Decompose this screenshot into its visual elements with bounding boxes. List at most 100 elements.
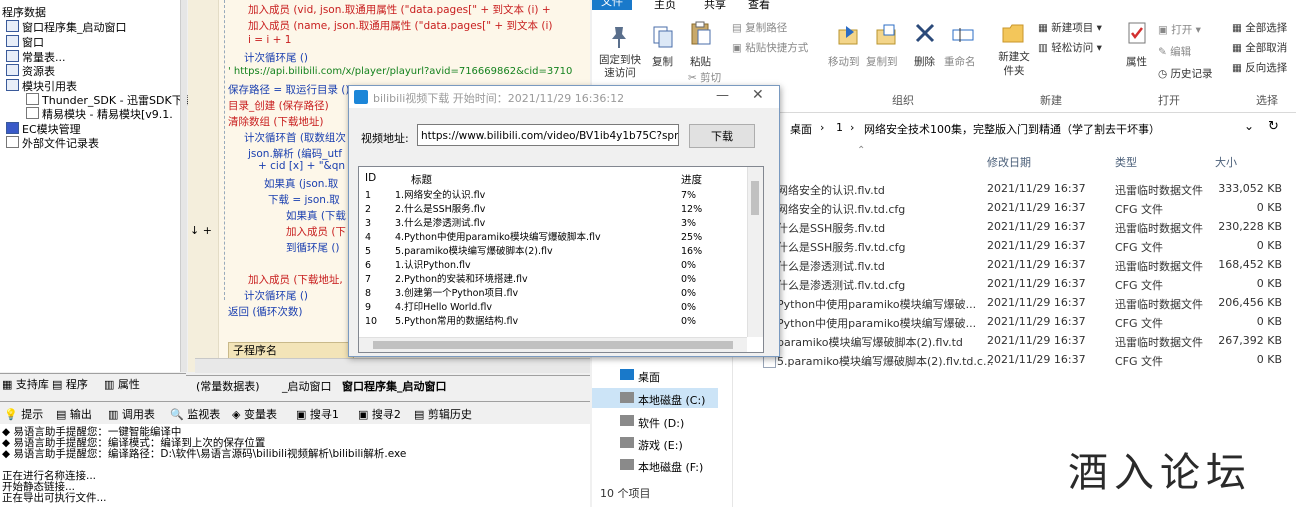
download-row[interactable]: 10 5.Python常用的数据结构.flv 0%	[359, 315, 749, 329]
nav-item-drive-f[interactable]: 本地磁盘 (F:)	[638, 459, 703, 475]
edit-button[interactable]: ✎ 编辑	[1158, 44, 1191, 59]
minimize-icon[interactable]: —	[716, 88, 729, 103]
download-row[interactable]: 2 2.什么是SSH服务.flv 12%	[359, 203, 749, 217]
ribbon-tab-file[interactable]: 文件	[592, 0, 632, 10]
tab-properties[interactable]: ▥ 属性	[104, 376, 140, 392]
new-folder-button[interactable]: 新建文件夹	[994, 50, 1034, 78]
easy-access-button[interactable]: ▥ 轻松访问 ▾	[1038, 40, 1102, 55]
url-input[interactable]: https://www.bilibili.com/video/BV1ib4y1b…	[417, 124, 679, 146]
download-row[interactable]: 1 1.网络安全的认识.flv 7%	[359, 189, 749, 203]
column-header-date[interactable]: 修改日期	[987, 154, 1031, 170]
file-type: 迅雷临时数据文件	[1115, 184, 1203, 197]
pin-quick-access-button[interactable]: 固定到快速访问	[598, 54, 642, 80]
nav-item-drive-c[interactable]: 本地磁盘 (C:)	[638, 392, 705, 408]
ribbon-tab-view[interactable]: 查看	[748, 0, 770, 12]
chevron-down-icon[interactable]: ⌄	[1244, 119, 1254, 133]
tree-item[interactable]: 模块引用表	[6, 79, 77, 93]
paste-shortcut-button[interactable]: ▣ 粘贴快捷方式	[732, 40, 808, 55]
file-row[interactable]: 什么是SSH服务.flv.td.cfg 2021/11/29 16:37 CFG 文…	[733, 236, 1296, 255]
tab-call-table[interactable]: ▥ 调用表	[108, 406, 155, 422]
tree-item[interactable]: 窗口	[6, 35, 44, 49]
new-item-button[interactable]: ▦ 新建项目 ▾	[1038, 20, 1102, 35]
breadcrumb-desktop[interactable]: 桌面	[790, 121, 812, 137]
properties-button[interactable]: 属性	[1126, 54, 1147, 69]
file-row[interactable]: 网络安全的认识.flv.td.cfg 2021/11/29 16:37 CFG 文件…	[733, 198, 1296, 217]
tree-item[interactable]: 精易模块 - 精易模块[v9.1.	[26, 107, 173, 121]
tree-item[interactable]: 资源表	[6, 64, 55, 78]
file-size: 0 KB	[1256, 277, 1282, 290]
breadcrumb-current-folder[interactable]: 网络安全技术100集，完整版入门到精通（学了割去干坏事）	[864, 121, 1160, 137]
delete-button[interactable]: 删除	[914, 54, 935, 69]
select-all-button[interactable]: ▦ 全部选择	[1232, 20, 1287, 35]
copy-path-button[interactable]: ▤ 复制路径	[732, 20, 787, 35]
ribbon-tab-home[interactable]: 主页	[654, 0, 676, 12]
tree-item[interactable]: 常量表...	[6, 50, 66, 64]
row-id: 10	[365, 316, 378, 327]
row-progress: 3%	[681, 218, 697, 229]
close-icon[interactable]: ✕	[752, 87, 764, 103]
tab-support-library[interactable]: ▦ 支持库	[2, 376, 49, 392]
tab-output[interactable]: ▤ 输出	[56, 406, 92, 422]
file-size: 168,452 KB	[1218, 258, 1282, 271]
tab-startup-window[interactable]: _启动窗口	[282, 378, 332, 394]
tab-watch-table[interactable]: 🔍 监视表	[170, 406, 220, 422]
editor-horizontal-scrollbar[interactable]	[195, 358, 590, 373]
file-row[interactable]: Python中使用paramiko模块编写爆破... 2021/11/29 16:…	[733, 312, 1296, 331]
tab-constant-data[interactable]: (常量数据表)	[196, 378, 260, 394]
paste-button[interactable]: 粘贴	[690, 54, 711, 69]
tab-search-2[interactable]: ▣ 搜寻2	[358, 406, 401, 422]
tree-item[interactable]: EC模块管理	[6, 122, 81, 136]
output-panel[interactable]: ◆ 易语言助手提醒您：一键智能编译中 ◆ 易语言助手提醒您：编译模式：编译到上次…	[0, 424, 590, 507]
file-row[interactable]: 什么是渗透测试.flv.td.cfg 2021/11/29 16:37 CFG 文件…	[733, 274, 1296, 293]
file-row[interactable]: 什么是SSH服务.flv.td 2021/11/29 16:37 迅雷临时数据文件 2…	[733, 217, 1296, 236]
invert-selection-button[interactable]: ▦ 反向选择	[1232, 60, 1287, 75]
download-row[interactable]: 7 2.Python的安装和环境搭建.flv 0%	[359, 273, 749, 287]
file-row[interactable]: 网络安全的认识.flv.td 2021/11/29 16:37 迅雷临时数据文件 33…	[733, 179, 1296, 198]
column-header-size[interactable]: 大小	[1215, 154, 1237, 170]
tab-variable-table[interactable]: ◈ 变量表	[232, 406, 277, 422]
indent-guide	[224, 0, 226, 300]
download-button[interactable]: 下载	[689, 124, 755, 148]
tree-item[interactable]: Thunder_SDK - 迅雷SDK下载	[26, 93, 194, 107]
tab-tips[interactable]: 💡 提示	[4, 406, 43, 422]
download-row[interactable]: 4 4.Python中使用paramiko模块编写爆破脚本.flv 25%	[359, 231, 749, 245]
rename-button[interactable]: 重命名	[944, 54, 976, 69]
tab-clip-history[interactable]: ▤ 剪辑历史	[414, 406, 472, 422]
status-item-count: 10 个项目	[600, 487, 651, 500]
tab-search-1[interactable]: ▣ 搜寻1	[296, 406, 339, 422]
download-row[interactable]: 9 4.打印Hello World.flv 0%	[359, 301, 749, 315]
tree-item[interactable]: 程序数据	[2, 6, 46, 19]
download-row[interactable]: 8 3.创建第一个Python项目.flv 0%	[359, 287, 749, 301]
file-row[interactable]: paramiko模块编写爆破脚本(2).flv.td 2021/11/29 16:…	[733, 331, 1296, 350]
select-none-button[interactable]: ▦ 全部取消	[1232, 40, 1287, 55]
tree-item[interactable]: 窗口程序集_启动窗口	[6, 20, 127, 34]
dialog-title-bar[interactable]: bilibili视频下载 开始时间：2021/11/29 16:36:12 — …	[349, 86, 779, 108]
nav-item-desktop[interactable]: 桌面	[638, 369, 660, 385]
scroll-thumb[interactable]	[751, 181, 759, 215]
breadcrumb-folder-1[interactable]: 1	[836, 121, 843, 134]
ribbon-tab-share[interactable]: 共享	[704, 0, 726, 12]
scroll-thumb[interactable]	[373, 341, 733, 349]
download-row[interactable]: 6 1.认识Python.flv 0%	[359, 259, 749, 273]
column-header-type[interactable]: 类型	[1115, 154, 1137, 170]
file-row[interactable]: 5.paramiko模块编写爆破脚本(2).flv.td.c... 2021/11…	[733, 350, 1296, 369]
nav-item-drive-d[interactable]: 软件 (D:)	[638, 415, 684, 431]
tab-startup-window-assembly[interactable]: 窗口程序集_启动窗口	[342, 378, 447, 394]
download-row[interactable]: 3 3.什么是渗透测试.flv 3%	[359, 217, 749, 231]
copy-to-button[interactable]: 复制到	[866, 54, 898, 69]
tree-scrollbar[interactable]	[180, 0, 187, 372]
file-row[interactable]: Python中使用paramiko模块编写爆破... 2021/11/29 16:…	[733, 293, 1296, 312]
tab-program[interactable]: ▤ 程序	[52, 376, 88, 392]
move-to-button[interactable]: 移动到	[828, 54, 860, 69]
copy-button[interactable]: 复制	[652, 54, 673, 69]
nav-item-drive-e[interactable]: 游戏 (E:)	[638, 437, 683, 453]
history-button[interactable]: ◷ 历史记录	[1158, 66, 1213, 81]
file-row[interactable]: 什么是渗透测试.flv.td 2021/11/29 16:37 迅雷临时数据文件 16…	[733, 255, 1296, 274]
refresh-icon[interactable]: ↻	[1268, 119, 1279, 134]
cut-button[interactable]: ✂ 剪切	[688, 70, 721, 85]
table-vertical-scrollbar[interactable]	[747, 167, 763, 337]
download-row[interactable]: 5 5.paramiko模块编写爆破脚本(2).flv 16%	[359, 245, 749, 259]
table-horizontal-scrollbar[interactable]	[359, 337, 747, 352]
open-button[interactable]: ▣ 打开 ▾	[1158, 22, 1201, 37]
tree-item[interactable]: 外部文件记录表	[6, 136, 99, 150]
